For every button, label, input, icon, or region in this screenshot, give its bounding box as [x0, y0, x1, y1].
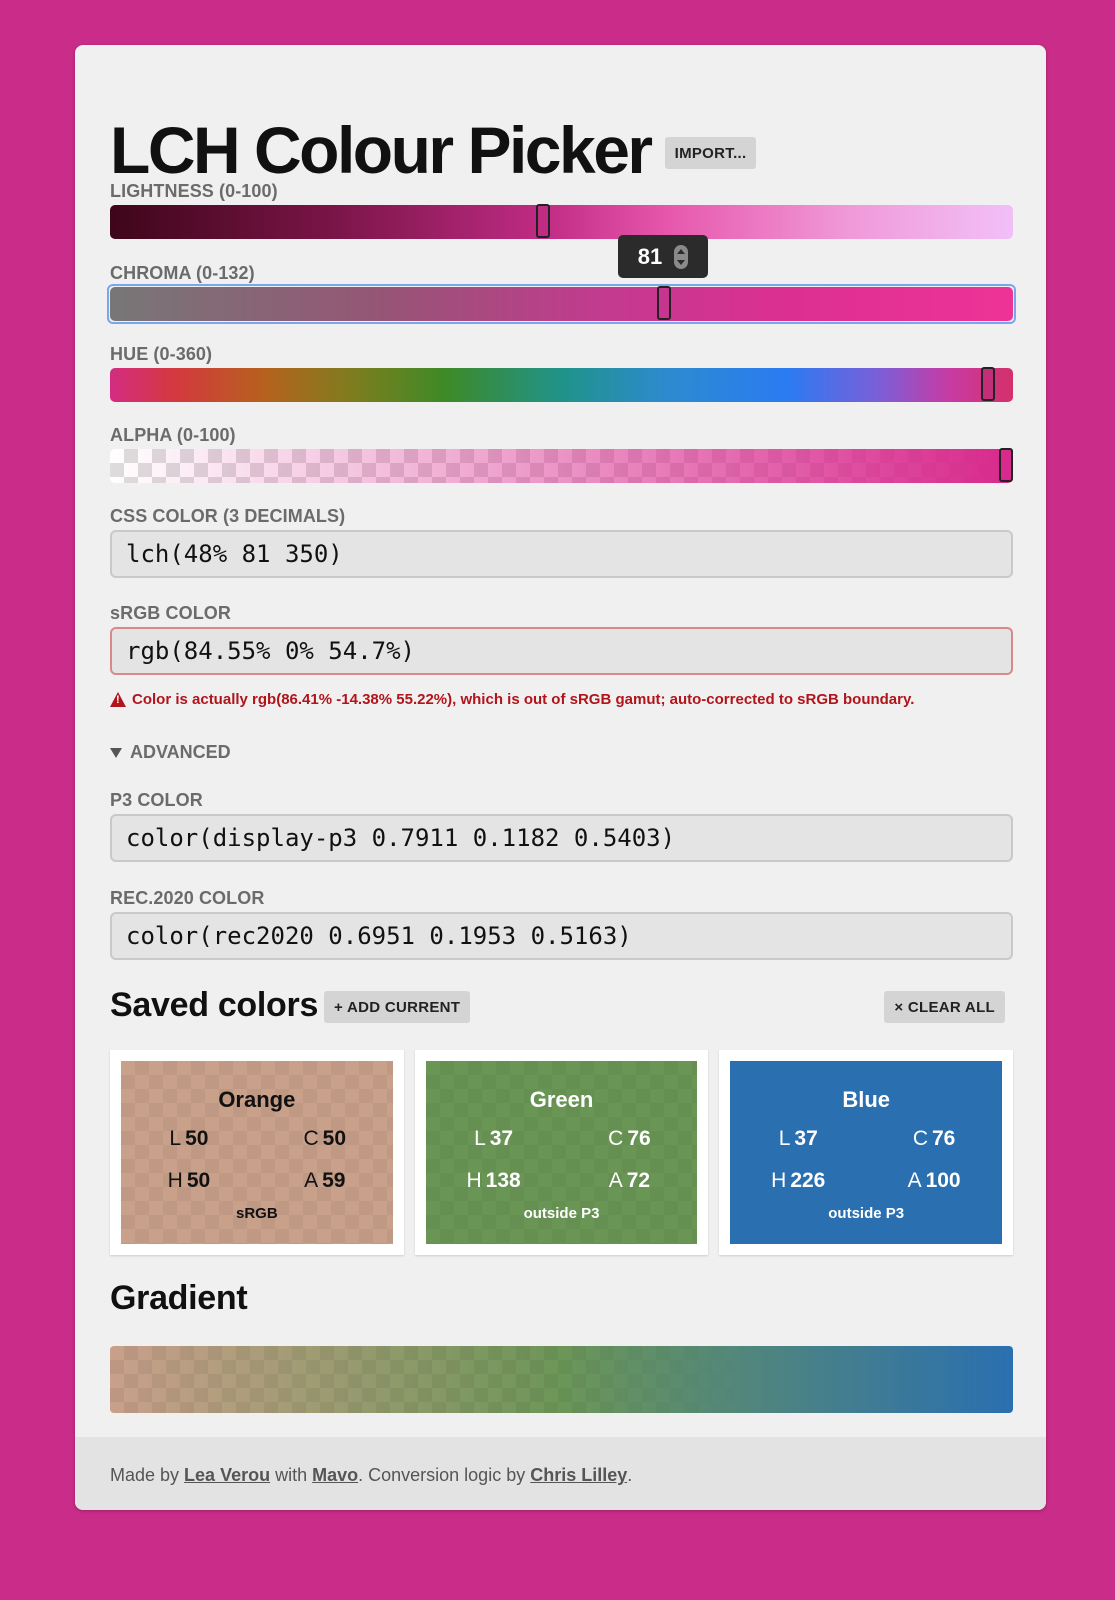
swatch-name: Green	[529, 1087, 594, 1112]
footer-logic: . Conversion logic by	[358, 1465, 531, 1485]
c-key: C	[608, 1127, 624, 1150]
footer-end: .	[627, 1465, 633, 1485]
swatch-gamut: outside P3	[523, 1205, 600, 1222]
h-key: H	[167, 1169, 183, 1192]
rec2020-color-label: REC.2020 COLOR	[110, 888, 265, 908]
author-link[interactable]: Lea Verou	[184, 1465, 270, 1485]
triangle-down-icon	[110, 747, 122, 758]
saved-color-card[interactable]: Green L 37 C 76 H 138 A 72 outside P3	[414, 1050, 709, 1255]
spinner-icon[interactable]	[674, 244, 689, 269]
swatch-values: L 37 C 76 H 138 A 72	[426, 1127, 698, 1193]
swatch-name: Blue	[842, 1087, 891, 1112]
warning-icon	[110, 692, 126, 707]
title-row: LCH Colour Picker IMPORT...	[110, 113, 757, 187]
l-value: 37	[489, 1127, 514, 1150]
footer: Made by Lea Verou with Mavo. Conversion …	[75, 1437, 1046, 1510]
gradient-preview	[110, 1346, 1013, 1413]
chroma-slider[interactable]	[110, 286, 1013, 321]
rec2020-color-field[interactable]: color(rec2020 0.6951 0.1953 0.5163)	[110, 912, 1013, 960]
alpha-slider-thumb[interactable]	[998, 448, 1013, 482]
saved-color-card[interactable]: Orange L 50 C 50 H 50 A 59 sRGB	[110, 1050, 404, 1255]
footer-with: with	[270, 1465, 313, 1485]
l-key: L	[169, 1127, 182, 1150]
swatch-gamut: sRGB	[235, 1205, 278, 1222]
a-key: A	[608, 1169, 623, 1192]
swatch-green[interactable]: Green L 37 C 76 H 138 A 72 outside P3	[425, 1061, 698, 1244]
footer-made-by: Made by	[110, 1465, 185, 1485]
css-color-label: CSS COLOR (3 DECIMALS)	[110, 506, 346, 526]
h-key: H	[771, 1169, 787, 1192]
mavo-link[interactable]: Mavo	[312, 1465, 358, 1485]
c-key: C	[912, 1127, 928, 1150]
srgb-color-label: sRGB COLOR	[110, 603, 232, 623]
hue-slider-thumb[interactable]	[980, 367, 995, 401]
lightness-slider[interactable]	[110, 204, 1013, 239]
advanced-toggle[interactable]: ADVANCED	[110, 742, 231, 763]
chroma-value-tooltip[interactable]: 81	[618, 235, 708, 278]
gradient-heading: Gradient	[110, 1279, 248, 1317]
swatch-gamut: outside P3	[828, 1205, 905, 1222]
a-value: 100	[925, 1169, 961, 1192]
page-title: LCH Colour Picker	[110, 113, 653, 187]
swatch-orange[interactable]: Orange L 50 C 50 H 50 A 59 sRGB	[121, 1061, 393, 1244]
swatch-values: L 50 C 50 H 50 A 59	[121, 1127, 393, 1193]
gamut-warning: Color is actually rgb(86.41% -14.38% 55.…	[110, 691, 914, 708]
chris-lilley-link[interactable]: Chris Lilley	[530, 1465, 627, 1485]
a-key: A	[304, 1169, 319, 1192]
c-value: 76	[627, 1127, 651, 1150]
picker-card: LCH Colour Picker IMPORT... LIGHTNESS (0…	[75, 45, 1046, 1510]
l-value: 50	[185, 1127, 209, 1150]
p3-color-field[interactable]: color(display-p3 0.7911 0.1182 0.5403)	[110, 814, 1013, 862]
add-current-button[interactable]: + ADD CURRENT	[324, 991, 471, 1023]
swatch-values: L 37 C 76 H 226 A 100	[730, 1127, 1002, 1193]
css-color-field[interactable]: lch(48% 81 350)	[110, 530, 1013, 578]
h-value: 226	[790, 1169, 826, 1192]
hue-label: HUE (0-360)	[110, 344, 213, 364]
c-value: 76	[932, 1127, 956, 1150]
a-value: 59	[322, 1169, 346, 1192]
lightness-label: LIGHTNESS (0-100)	[110, 181, 278, 201]
chroma-value: 81	[637, 243, 663, 269]
swatch-blue[interactable]: Blue L 37 C 76 H 226 A 100 outside P3	[730, 1061, 1003, 1244]
h-key: H	[466, 1169, 482, 1192]
l-key: L	[778, 1127, 791, 1150]
saved-colors-list: Orange L 50 C 50 H 50 A 59 sRGB Green L 37 C7…	[110, 1050, 1014, 1255]
swatch-name: Orange	[218, 1087, 296, 1112]
a-value: 72	[626, 1169, 651, 1192]
h-value: 50	[186, 1169, 211, 1192]
footer-text: Made by Lea Verou with Mavo. Conversion …	[110, 1465, 632, 1486]
alpha-label: ALPHA (0-100)	[110, 425, 236, 445]
import-button[interactable]: IMPORT...	[664, 137, 757, 169]
l-key: L	[474, 1127, 486, 1150]
c-value: 50	[322, 1127, 347, 1150]
a-key: A	[907, 1169, 922, 1192]
chroma-label: CHROMA (0-132)	[110, 263, 255, 283]
clear-all-button[interactable]: × CLEAR ALL	[884, 991, 1005, 1023]
alpha-slider[interactable]	[110, 448, 1013, 483]
c-key: C	[303, 1127, 319, 1150]
p3-color-label: P3 COLOR	[110, 790, 203, 810]
saved-colors-heading: Saved colors	[110, 986, 319, 1024]
l-value: 37	[794, 1127, 818, 1150]
h-value: 138	[485, 1169, 521, 1192]
gamut-warning-text: Color is actually rgb(86.41% -14.38% 55.…	[132, 691, 915, 708]
advanced-label: ADVANCED	[130, 742, 231, 762]
lightness-slider-thumb[interactable]	[536, 204, 551, 238]
saved-color-card[interactable]: Blue L 37 C 76 H 226 A 100 outside P3	[719, 1050, 1014, 1255]
hue-slider[interactable]	[110, 367, 1013, 402]
chroma-slider-thumb[interactable]	[657, 286, 672, 320]
srgb-color-field[interactable]: rgb(84.55% 0% 54.7%)	[110, 627, 1013, 675]
